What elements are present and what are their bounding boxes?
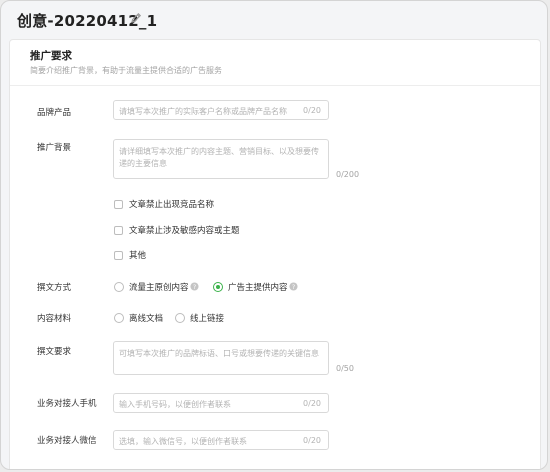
radio-advertiser-provided[interactable] [213,282,223,292]
contact-phone-label: 业务对接人手机 [37,399,97,409]
radio-offline-document-label: 离线文档 [129,314,164,324]
contact-phone-input[interactable]: 输入手机号码，以便创作者联系 0/20 [113,393,329,413]
help-icon[interactable]: ? [190,282,199,291]
checkbox-no-sensitive[interactable] [114,226,123,235]
checkbox-no-competitor[interactable] [114,200,123,209]
radio-creator-original[interactable] [114,282,124,292]
svg-text:?: ? [292,284,295,291]
radio-online-link[interactable] [175,313,185,323]
checkbox-no-sensitive-label: 文章禁止涉及敏感内容或主题 [129,226,240,236]
checkbox-other[interactable] [114,251,123,260]
help-icon[interactable]: ? [289,282,298,291]
contact-phone-char-count: 0/20 [303,399,321,408]
radio-creator-original-label: 流量主原创内容 [129,283,189,293]
checkbox-no-competitor-label: 文章禁止出现竞品名称 [129,200,215,210]
window: 创意-20220412_1 推广要求 简要介绍推广背景，有助于流量主提供合适的广… [0,0,548,470]
header: 创意-20220412_1 [1,1,547,39]
brand-product-label: 品牌产品 [37,108,72,118]
writing-method-label: 撰文方式 [37,283,72,293]
content-material-label: 内容材料 [37,314,72,324]
writing-requirements-placeholder: 可填写本次推广的品牌标语、口号或想要传递的关键信息 [119,349,319,358]
background-char-count: 0/200 [336,170,360,179]
checkbox-other-label: 其他 [129,251,147,261]
promotion-requirements-card: 推广要求 简要介绍推广背景，有助于流量主提供合适的广告服务 品牌产品 请填写本次… [9,39,541,469]
radio-offline-document[interactable] [114,313,124,323]
writing-requirements-char-count: 0/50 [336,364,354,373]
radio-advertiser-provided-label: 广告主提供内容 [228,283,288,293]
section-title: 推广要求 [30,50,72,62]
contact-wechat-label: 业务对接人微信 [37,436,97,446]
contact-wechat-placeholder: 选填，输入微信号，以便创作者联系 [119,437,247,446]
brand-product-char-count: 0/20 [303,106,321,115]
pencil-icon[interactable] [129,11,143,25]
background-placeholder: 请详细填写本次推广的内容主题、营销目标、以及想要传递的主要信息 [119,147,319,168]
background-textarea[interactable]: 请详细填写本次推广的内容主题、营销目标、以及想要传递的主要信息 [113,139,329,179]
contact-wechat-char-count: 0/20 [303,436,321,445]
contact-wechat-input[interactable]: 选填，输入微信号，以便创作者联系 0/20 [113,430,329,450]
background-label: 推广背景 [37,143,72,153]
writing-requirements-label: 撰文要求 [37,347,72,357]
brand-product-input[interactable]: 请填写本次推广的实际客户名称或品牌产品名称 0/20 [113,100,329,120]
section-description: 简要介绍推广背景，有助于流量主提供合适的广告服务 [30,66,222,75]
radio-online-link-label: 线上链接 [190,314,225,324]
writing-requirements-textarea[interactable]: 可填写本次推广的品牌标语、口号或想要传递的关键信息 [113,341,329,375]
contact-phone-placeholder: 输入手机号码，以便创作者联系 [119,400,231,409]
svg-text:?: ? [193,284,196,291]
brand-product-placeholder: 请填写本次推广的实际客户名称或品牌产品名称 [119,107,287,116]
divider [10,85,540,86]
